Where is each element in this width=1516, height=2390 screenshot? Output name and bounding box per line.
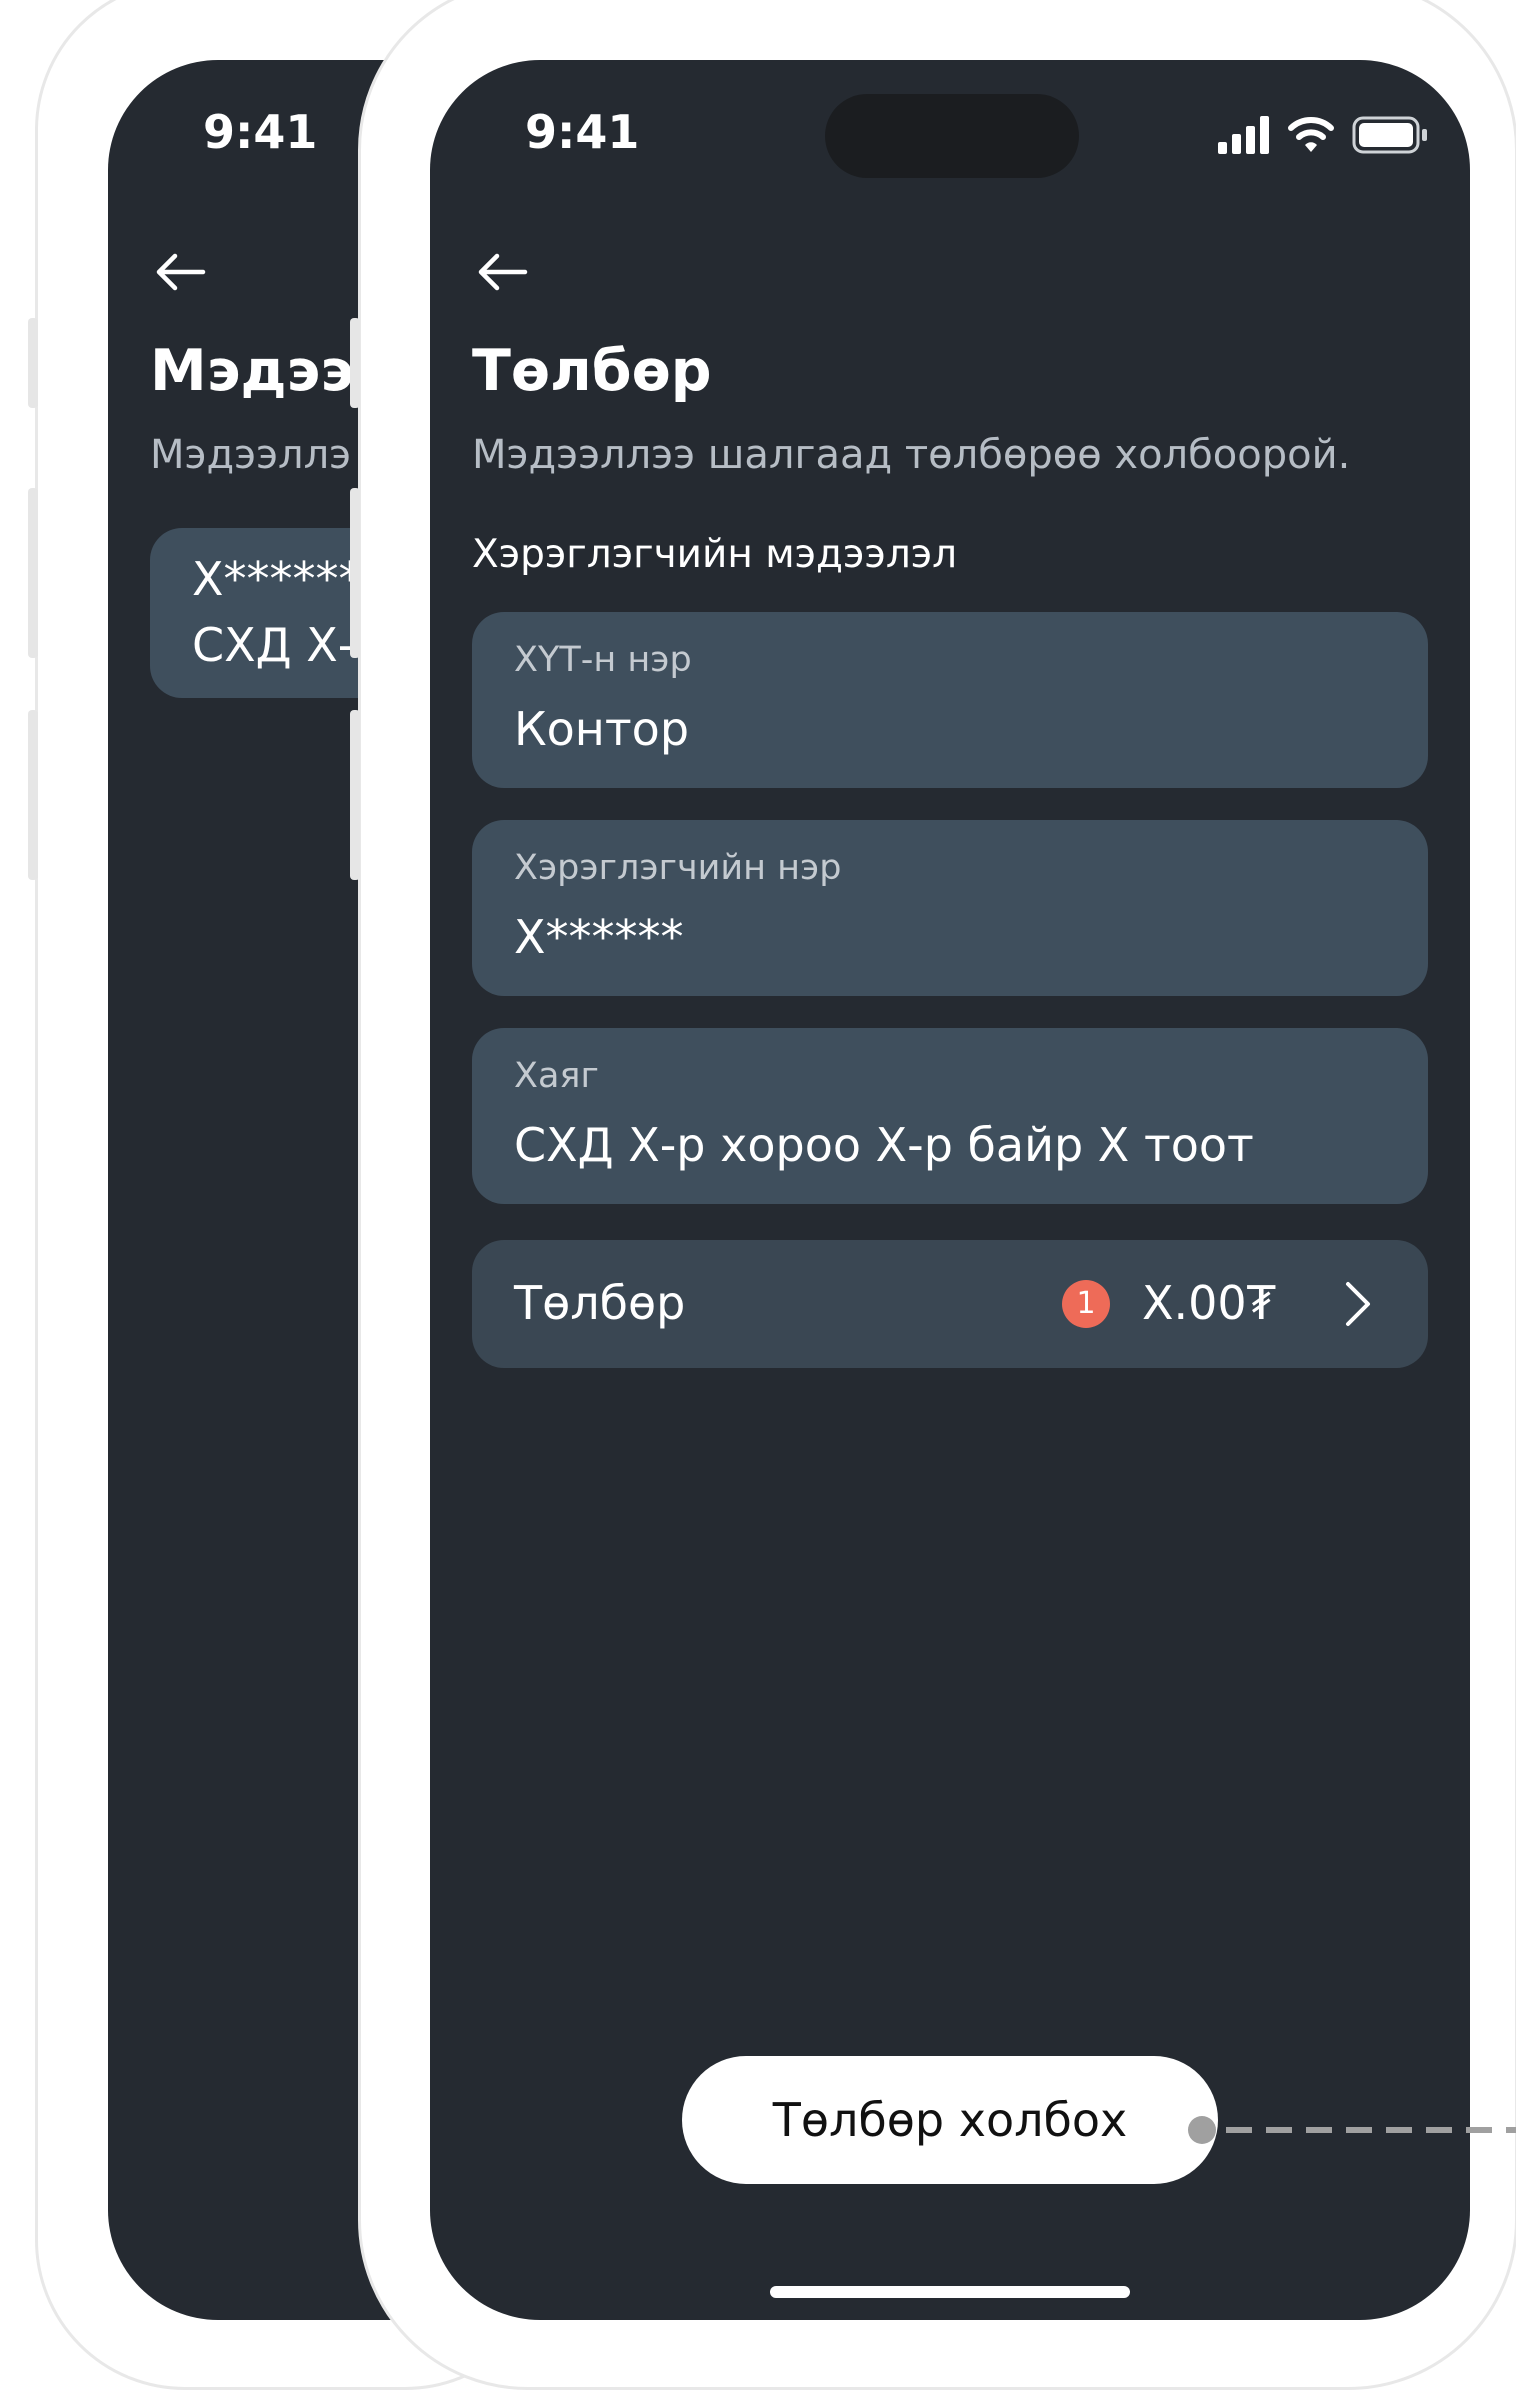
- card-value: Контор: [514, 702, 690, 756]
- front-phone-side-button: [350, 318, 360, 408]
- payment-row[interactable]: Төлбөр 1 Х.00₮: [472, 1240, 1428, 1368]
- front-phone-screen: 9:41 Төлбөр Мэдээллээ шалгаад төлбөрөө х…: [430, 60, 1470, 2320]
- back-phone-side-button: [28, 318, 38, 408]
- section-title: Хэрэглэгчийн мэдээлэл: [472, 532, 958, 577]
- dynamic-island: [825, 94, 1079, 178]
- status-time: 9:41: [525, 105, 640, 159]
- card-value: СХД Х-р хороо Х-р байр Х тоот: [514, 1118, 1254, 1172]
- chevron-right-icon: [1346, 1282, 1370, 1326]
- back-page-subtitle: Мэдээллэ: [150, 432, 352, 478]
- info-card-provider: ХҮТ-н нэр Контор: [472, 612, 1428, 788]
- battery-icon: [1352, 116, 1427, 154]
- front-phone-side-button: [350, 488, 360, 658]
- payment-count-badge: 1: [1062, 1280, 1110, 1328]
- card-value: Х******: [514, 910, 684, 964]
- front-phone-side-button: [350, 710, 360, 880]
- signal-icon: [1218, 116, 1269, 154]
- payment-label: Төлбөр: [514, 1276, 686, 1330]
- card-label: ХҮТ-н нэр: [514, 640, 692, 680]
- card-label: Хэрэглэгчийн нэр: [514, 848, 842, 888]
- back-arrow-icon[interactable]: [475, 250, 529, 294]
- payment-amount: Х.00₮: [1142, 1276, 1276, 1330]
- back-phone-side-button: [28, 710, 38, 880]
- wifi-icon: [1288, 117, 1334, 152]
- flow-connector: [1188, 2116, 1516, 2144]
- page-subtitle: Мэдээллээ шалгаад төлбөрөө холбоорой.: [472, 432, 1351, 478]
- back-card-line1: Х******: [192, 552, 362, 606]
- page-title: Төлбөр: [472, 338, 712, 404]
- back-arrow-icon[interactable]: [153, 250, 207, 294]
- card-label: Хаяг: [514, 1056, 599, 1096]
- back-status-time: 9:41: [203, 105, 318, 159]
- home-indicator: [770, 2286, 1130, 2298]
- link-payment-button[interactable]: Төлбөр холбох: [682, 2056, 1218, 2184]
- info-card-address: Хаяг СХД Х-р хороо Х-р байр Х тоот: [472, 1028, 1428, 1204]
- back-phone-side-button: [28, 488, 38, 658]
- info-card-username: Хэрэглэгчийн нэр Х******: [472, 820, 1428, 996]
